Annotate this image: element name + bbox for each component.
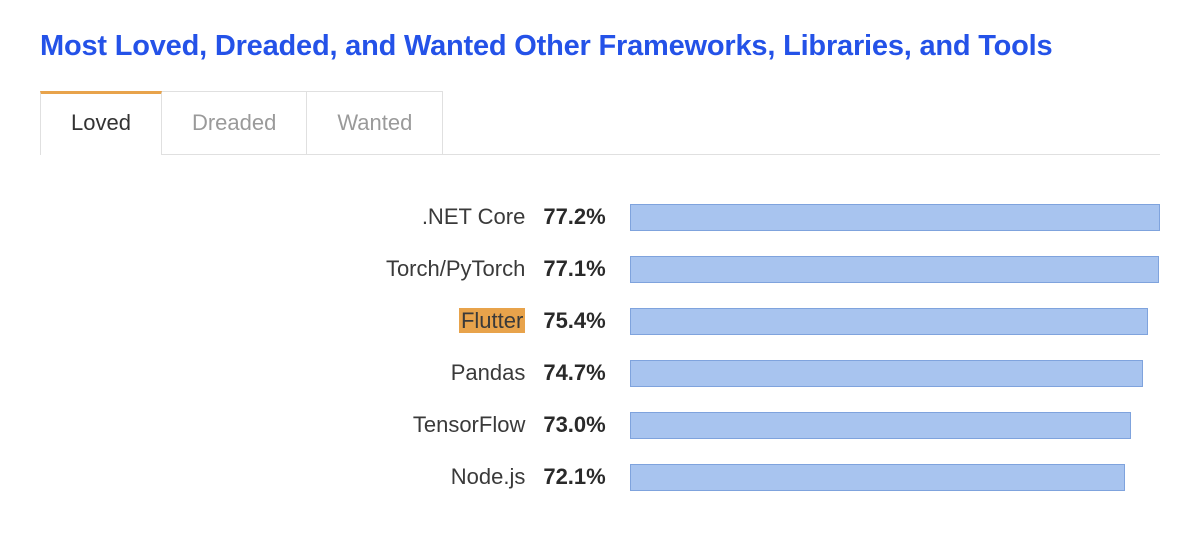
chart-row-value: 74.7% (543, 360, 630, 386)
chart-row: Flutter 75.4% (40, 307, 1160, 335)
bar (630, 360, 1143, 387)
bar-track (630, 464, 1160, 491)
page-title: Most Loved, Dreaded, and Wanted Other Fr… (40, 30, 1160, 63)
chart-row-label: Pandas (40, 360, 543, 386)
bar-track (630, 412, 1160, 439)
bar (630, 412, 1131, 439)
chart-row-label: Torch/PyTorch (40, 256, 543, 282)
chart-row-label: TensorFlow (40, 412, 543, 438)
chart-row: Torch/PyTorch77.1% (40, 255, 1160, 283)
tab-wanted[interactable]: Wanted (306, 91, 443, 154)
chart-row: .NET Core77.2% (40, 203, 1160, 231)
chart-row-value: 75.4% (543, 308, 630, 334)
bar (630, 256, 1159, 283)
tab-dreaded[interactable]: Dreaded (161, 91, 307, 154)
chart-row: Node.js72.1% (40, 463, 1160, 491)
chart-row-value: 73.0% (543, 412, 630, 438)
chart-row-value: 77.2% (543, 204, 630, 230)
chart-row-label: Flutter (40, 308, 543, 334)
bar-track (630, 308, 1160, 335)
bar (630, 464, 1125, 491)
bar-track (630, 256, 1160, 283)
tab-bar: Loved Dreaded Wanted (40, 91, 1160, 155)
bar-track (630, 360, 1160, 387)
chart-row-label: .NET Core (40, 204, 543, 230)
chart: .NET Core77.2%Torch/PyTorch77.1%Flutter7… (40, 203, 1160, 491)
chart-row: Pandas74.7% (40, 359, 1160, 387)
bar-track (630, 204, 1160, 231)
highlighted-label: Flutter (459, 308, 525, 333)
bar (630, 204, 1160, 231)
tab-loved[interactable]: Loved (40, 91, 162, 154)
chart-row-value: 77.1% (543, 256, 630, 282)
chart-row-label: Node.js (40, 464, 543, 490)
chart-row: TensorFlow73.0% (40, 411, 1160, 439)
chart-row-value: 72.1% (543, 464, 630, 490)
bar (630, 308, 1148, 335)
